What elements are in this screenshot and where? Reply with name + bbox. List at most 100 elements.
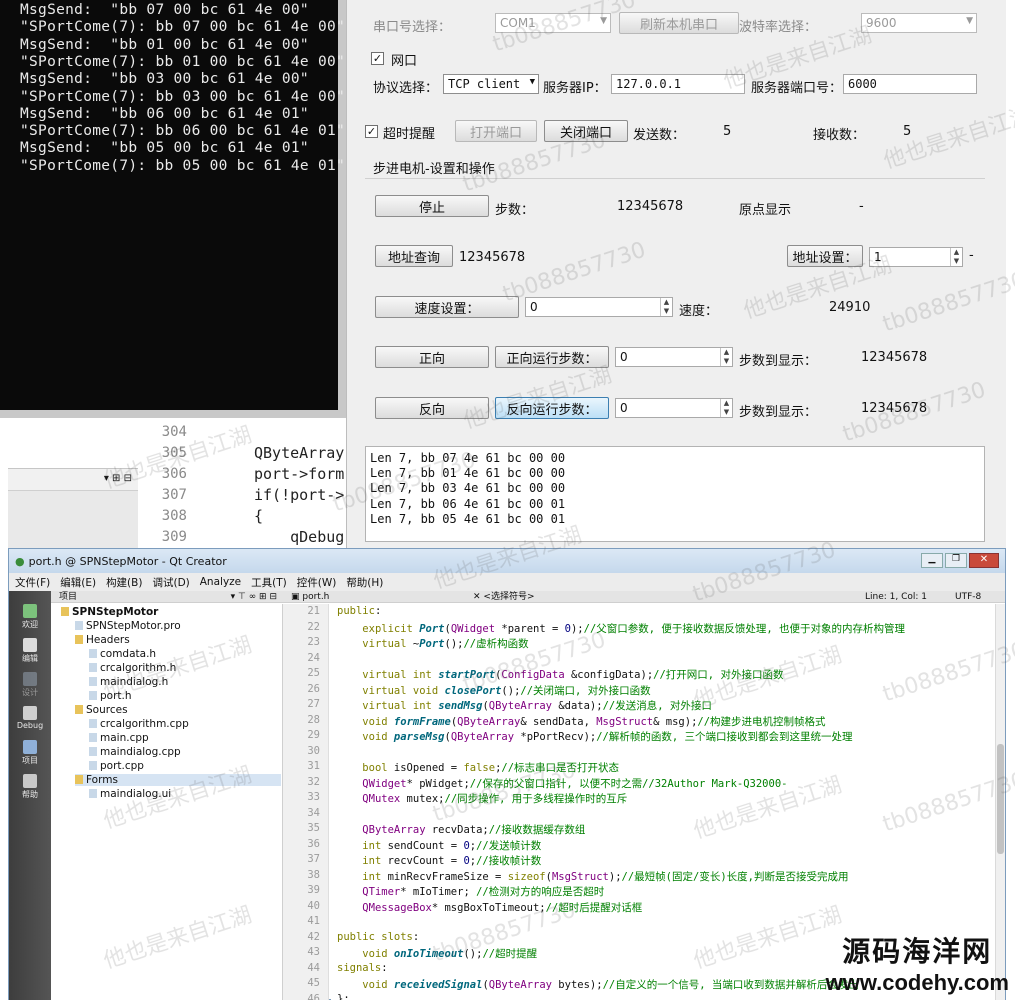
console-line: MsgSend: "bb 03 00 bc 61 4e 00" (20, 71, 309, 88)
tree-item[interactable]: Sources (75, 704, 128, 716)
tree-item-label: maindialog.cpp (100, 746, 181, 758)
code-line: virtual ~Port();//虚析构函数 (362, 638, 529, 650)
tree-item[interactable]: port.h (89, 690, 132, 702)
close-icon[interactable]: ✕ (969, 553, 999, 568)
code-line: virtual int startPort(ConfigData &config… (362, 669, 784, 681)
tree-item[interactable]: maindialog.h (89, 676, 168, 688)
timeout-checkbox[interactable]: ✓ (365, 125, 378, 138)
mode-design[interactable]: 设计 (9, 669, 51, 703)
reverse-steps-button[interactable]: 反向运行步数： (495, 397, 609, 419)
stop-button[interactable]: 停止 (375, 195, 489, 217)
line-number: 45 (307, 977, 320, 989)
spin-arrows-icon[interactable]: ▲ ▼ (950, 248, 962, 266)
console-line: MsgSend: "bb 01 00 bc 61 4e 00" (20, 36, 309, 53)
log-textbox[interactable]: Len 7, bb 07 4e 61 bc 00 00 Len 7, bb 01 … (365, 446, 985, 542)
code-line: bool isOpened = false;//标志串口是否打开状态 (362, 762, 620, 774)
console-line: "SPortCome(7): bb 06 00 bc 61 4e 01" (20, 123, 346, 140)
panel-controls-icon: ▾ ⊞ ⊟ (103, 473, 132, 484)
symbol-selector[interactable]: ✕ <选择符号> (473, 591, 535, 603)
menu-bar: 文件(F) 编辑(E) 构建(B) 调试(D) Analyze 工具(T) 控件(W) 帮助(… (9, 573, 1005, 591)
line-number: 42 (307, 930, 320, 943)
code-line: QByteArray recvData;//接收数据缓存数组 (362, 824, 586, 836)
menu-item[interactable]: 文件(F) (15, 575, 50, 590)
address-query-button[interactable]: 地址查询 (375, 245, 453, 267)
mode-label: Debug (16, 721, 44, 730)
tree-item[interactable]: port.cpp (89, 760, 144, 772)
server-port-input[interactable]: 6000 (843, 74, 977, 94)
line-number: 38 (307, 868, 320, 881)
folder-icon (75, 635, 83, 644)
server-ip-label: 服务器IP： (543, 81, 607, 96)
open-port-button[interactable]: 打开端口 (455, 120, 537, 142)
server-ip-input[interactable]: 127.0.0.1 (611, 74, 745, 94)
file-icon (89, 677, 97, 686)
mode-help[interactable]: 帮助 (9, 771, 51, 805)
speed-set-button[interactable]: 速度设置： (375, 296, 519, 318)
tree-item[interactable]: Headers (75, 634, 130, 646)
file-icon (89, 719, 97, 728)
tree-item-label: port.h (100, 690, 132, 702)
baud-combo[interactable]: 9600 ▼ (861, 13, 977, 33)
spin-arrows-icon[interactable]: ▲ ▼ (720, 348, 732, 366)
refresh-ports-button[interactable]: 刷新本机串口 (619, 12, 739, 34)
reverse-steps-spinbox[interactable]: 0 ▲ ▼ (615, 398, 733, 418)
scrollbar-thumb[interactable] (997, 744, 1004, 854)
mode-edit[interactable]: 编辑 (9, 635, 51, 669)
tree-item[interactable]: crcalgorithm.h (89, 662, 176, 674)
chevron-down-icon: ▼ (966, 16, 973, 26)
tree-item[interactable]: comdata.h (89, 648, 156, 660)
menu-item[interactable]: 构建(B) (106, 575, 142, 590)
tree-item[interactable]: crcalgorithm.cpp (89, 718, 189, 730)
reverse-button[interactable]: 反向 (375, 397, 489, 419)
baud-value: 9600 (866, 16, 897, 30)
menu-item[interactable]: 帮助(H) (346, 575, 383, 590)
tree-item[interactable]: main.cpp (89, 732, 149, 744)
menu-item[interactable]: 工具(T) (251, 575, 287, 590)
line-number: 23 (307, 636, 320, 648)
tree-item[interactable]: SPNStepMotor.pro (75, 620, 181, 632)
menu-item[interactable]: Analyze (200, 576, 241, 588)
folder-icon (75, 705, 83, 714)
window-title: port.h @ SPNStepMotor - Qt Creator (28, 554, 227, 568)
editor-symbol: <选择符号> (483, 592, 535, 602)
address-set-button[interactable]: 地址设置： (787, 245, 863, 267)
forward-steps-spinbox[interactable]: 0 ▲ ▼ (615, 347, 733, 367)
network-checkbox[interactable]: ✓ (371, 52, 384, 65)
project-header-label: 项目 (59, 592, 78, 602)
pane-tools-icon[interactable]: ▾ ⊤ ∞ ⊞ ⊟ (231, 591, 277, 603)
tree-item[interactable]: Forms (75, 774, 281, 786)
close-port-button[interactable]: 关闭端口 (544, 120, 628, 142)
forward-button[interactable]: 正向 (375, 346, 489, 368)
speed-set-spinbox[interactable]: 0 ▲ ▼ (525, 297, 673, 317)
minimize-icon[interactable]: ▁ (921, 553, 943, 568)
menu-item[interactable]: 编辑(E) (60, 575, 96, 590)
line-number: 32 (307, 775, 320, 788)
mode-projects[interactable]: 项目 (9, 737, 51, 771)
forward-reached-value: 12345678 (861, 350, 928, 365)
maximize-icon[interactable]: ❐ (945, 553, 967, 568)
address-set-spinbox[interactable]: 1 ▲ ▼ (869, 247, 963, 267)
tree-item-label: port.cpp (100, 760, 144, 772)
bg-code-line: qDebug (254, 528, 345, 546)
spin-arrows-icon[interactable]: ▲ ▼ (660, 298, 672, 316)
line-number: 46 (307, 992, 320, 1000)
close-file-icon[interactable]: ✕ (473, 592, 483, 602)
tree-item[interactable]: maindialog.ui (89, 788, 171, 800)
tree-item[interactable]: maindialog.cpp (89, 746, 181, 758)
mode-welcome[interactable]: 欢迎 (9, 601, 51, 635)
welcome-icon (23, 604, 37, 618)
protocol-label: 协议选择： (373, 81, 439, 96)
menu-item[interactable]: 控件(W) (297, 575, 337, 590)
file-tab[interactable]: ▣ port.h (291, 592, 329, 602)
server-port-label: 服务器端口号： (751, 81, 843, 96)
spin-arrows-icon[interactable]: ▲ ▼ (720, 399, 732, 417)
menu-item[interactable]: 调试(D) (152, 575, 189, 590)
serial-port-combo[interactable]: COM1 ▼ (495, 13, 611, 33)
log-line: Len 7, bb 01 4e 61 bc 00 00 (370, 466, 566, 481)
steps-label: 步数： (495, 203, 535, 218)
forward-steps-button[interactable]: 正向运行步数： (495, 346, 609, 368)
tree-item[interactable]: SPNStepMotor (61, 606, 158, 618)
protocol-combo[interactable]: TCP client ▼ (443, 74, 539, 94)
mode-debug[interactable]: Debug (9, 703, 51, 737)
tree-item-label: main.cpp (100, 732, 149, 744)
